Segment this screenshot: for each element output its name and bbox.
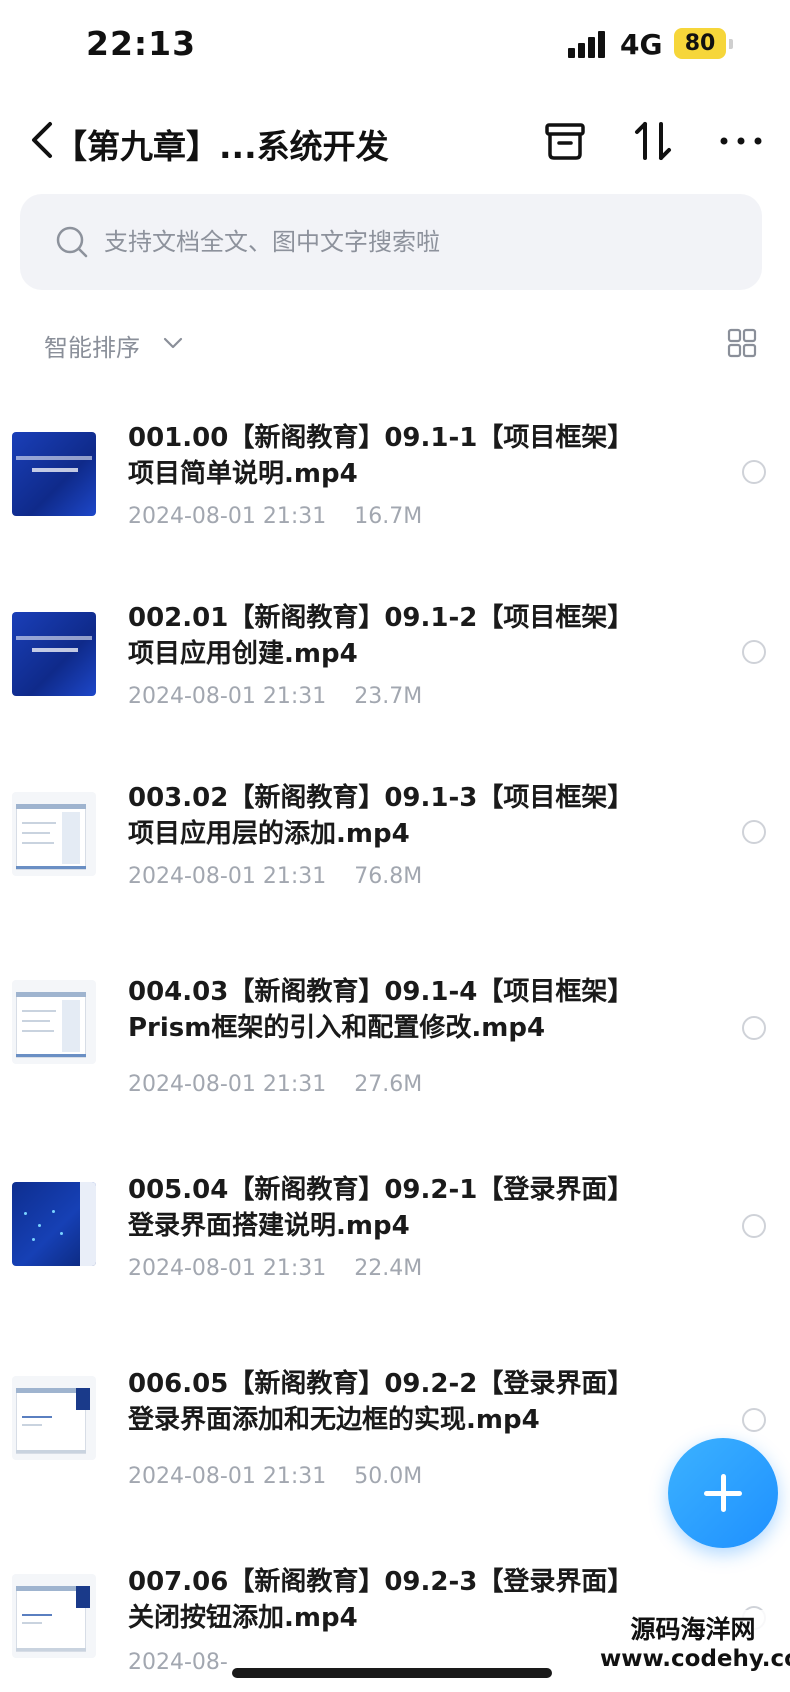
home-indicator[interactable] xyxy=(232,1668,552,1678)
file-list-item[interactable]: 002.01【新阁教育】09.1-2【项目框架】 项目应用创建.mp4 2024… xyxy=(0,590,790,740)
file-meta: 2024-08-01 21:31 22.4M xyxy=(128,1256,422,1281)
watermark-title: 源码海洋网 xyxy=(630,1615,756,1644)
select-radio[interactable] xyxy=(742,460,766,484)
file-size: 22.4M xyxy=(354,1256,423,1281)
status-bar: 22:13 4G 80 xyxy=(0,0,790,90)
battery-cap xyxy=(729,39,733,49)
file-name: 001.00【新阁教育】09.1-1【项目框架】 项目简单说明.mp4 xyxy=(128,420,688,492)
file-meta: 2024-08-01 21:31 23.7M xyxy=(128,684,422,709)
file-list-item[interactable]: 005.04【新阁教育】09.2-1【登录界面】 登录界面搭建说明.mp4 20… xyxy=(0,1164,790,1314)
video-thumbnail xyxy=(12,1574,96,1658)
file-name-line1: 001.00【新阁教育】09.1-1【项目框架】 xyxy=(128,423,634,453)
status-time: 22:13 xyxy=(86,24,197,63)
video-thumbnail xyxy=(12,1376,96,1460)
file-list-item[interactable]: 001.00【新阁教育】09.1-1【项目框架】 项目简单说明.mp4 2024… xyxy=(0,410,790,560)
file-date: 2024-08-01 21:31 xyxy=(128,1256,327,1281)
search-bar[interactable] xyxy=(20,194,762,290)
grid-view-icon[interactable] xyxy=(727,328,757,358)
video-thumbnail xyxy=(12,612,96,696)
file-name-line2: 登录界面添加和无边框的实现.mp4 xyxy=(128,1405,540,1435)
back-button[interactable] xyxy=(28,118,56,162)
file-name-line2: Prism框架的引入和配置修改.mp4 xyxy=(128,1013,546,1043)
file-name-line2: 项目应用创建.mp4 xyxy=(128,639,358,669)
search-input[interactable] xyxy=(104,218,724,266)
more-button[interactable] xyxy=(716,116,766,166)
file-size: 50.0M xyxy=(354,1464,423,1489)
file-date: 2024-08- xyxy=(128,1650,228,1675)
file-meta: 2024-08-01 21:31 50.0M xyxy=(128,1464,422,1489)
file-name: 005.04【新阁教育】09.2-1【登录界面】 登录界面搭建说明.mp4 xyxy=(128,1172,688,1244)
file-list-item[interactable]: 004.03【新阁教育】09.1-4【项目框架】 Prism框架的引入和配置修改… xyxy=(0,966,790,1116)
archive-button[interactable] xyxy=(540,116,590,166)
file-meta: 2024-08-01 21:31 27.6M xyxy=(128,1072,422,1097)
file-name-line1: 004.03【新阁教育】09.1-4【项目框架】 xyxy=(128,977,634,1007)
select-radio[interactable] xyxy=(742,820,766,844)
file-date: 2024-08-01 21:31 xyxy=(128,504,327,529)
file-size: 76.8M xyxy=(354,864,423,889)
file-name: 004.03【新阁教育】09.1-4【项目框架】 Prism框架的引入和配置修改… xyxy=(128,974,688,1046)
select-radio[interactable] xyxy=(742,1016,766,1040)
file-name-line1: 003.02【新阁教育】09.1-3【项目框架】 xyxy=(128,783,634,813)
video-thumbnail xyxy=(12,1182,96,1266)
file-meta: 2024-08-01 21:31 76.8M xyxy=(128,864,422,889)
file-date: 2024-08-01 21:31 xyxy=(128,1464,327,1489)
file-meta: 2024-08-01 21:31 16.7M xyxy=(128,504,422,529)
file-date: 2024-08-01 21:31 xyxy=(128,864,327,889)
video-thumbnail xyxy=(12,792,96,876)
select-radio[interactable] xyxy=(742,1408,766,1432)
file-size: 16.7M xyxy=(354,504,423,529)
sort-icon xyxy=(635,122,671,160)
file-size: 23.7M xyxy=(354,684,423,709)
file-name-line2: 项目应用层的添加.mp4 xyxy=(128,819,410,849)
sort-dropdown[interactable]: 智能排序 xyxy=(44,328,140,363)
file-name-line1: 002.01【新阁教育】09.1-2【项目框架】 xyxy=(128,603,634,633)
video-thumbnail xyxy=(12,980,96,1064)
chevron-left-icon xyxy=(32,122,52,158)
file-date: 2024-08-01 21:31 xyxy=(128,1072,327,1097)
sort-button[interactable] xyxy=(628,116,678,166)
video-thumbnail xyxy=(12,432,96,516)
file-date: 2024-08-01 21:31 xyxy=(128,684,327,709)
chevron-down-icon[interactable] xyxy=(162,334,184,352)
file-name: 002.01【新阁教育】09.1-2【项目框架】 项目应用创建.mp4 xyxy=(128,600,688,672)
file-name: 006.05【新阁教育】09.2-2【登录界面】 登录界面添加和无边框的实现.m… xyxy=(128,1366,688,1438)
nav-bar: 【第九章】...系统开发 xyxy=(0,100,790,180)
add-button[interactable] xyxy=(668,1438,778,1548)
page-title: 【第九章】...系统开发 xyxy=(54,127,389,166)
file-name-line1: 007.06【新阁教育】09.2-3【登录界面】 xyxy=(128,1567,634,1597)
file-name-line2: 登录界面搭建说明.mp4 xyxy=(128,1211,410,1241)
battery-icon: 80 xyxy=(674,28,726,59)
more-icon xyxy=(720,137,762,145)
watermark-url: www.codehy.com xyxy=(600,1646,790,1672)
select-radio[interactable] xyxy=(742,640,766,664)
file-list-item[interactable]: 003.02【新阁教育】09.1-3【项目框架】 项目应用层的添加.mp4 20… xyxy=(0,770,790,920)
watermark: 源码海洋网 www.codehy.com xyxy=(600,1610,790,1672)
file-name-line1: 006.05【新阁教育】09.2-2【登录界面】 xyxy=(128,1369,634,1399)
file-name: 003.02【新阁教育】09.1-3【项目框架】 项目应用层的添加.mp4 xyxy=(128,780,688,852)
archive-icon xyxy=(545,123,585,160)
file-name-line1: 005.04【新阁教育】09.2-1【登录界面】 xyxy=(128,1175,634,1205)
file-size: 27.6M xyxy=(354,1072,423,1097)
select-radio[interactable] xyxy=(742,1214,766,1238)
cellular-signal-icon xyxy=(568,30,610,58)
network-type: 4G xyxy=(620,28,663,61)
search-icon xyxy=(56,226,88,258)
file-name-line2: 项目简单说明.mp4 xyxy=(128,459,358,489)
